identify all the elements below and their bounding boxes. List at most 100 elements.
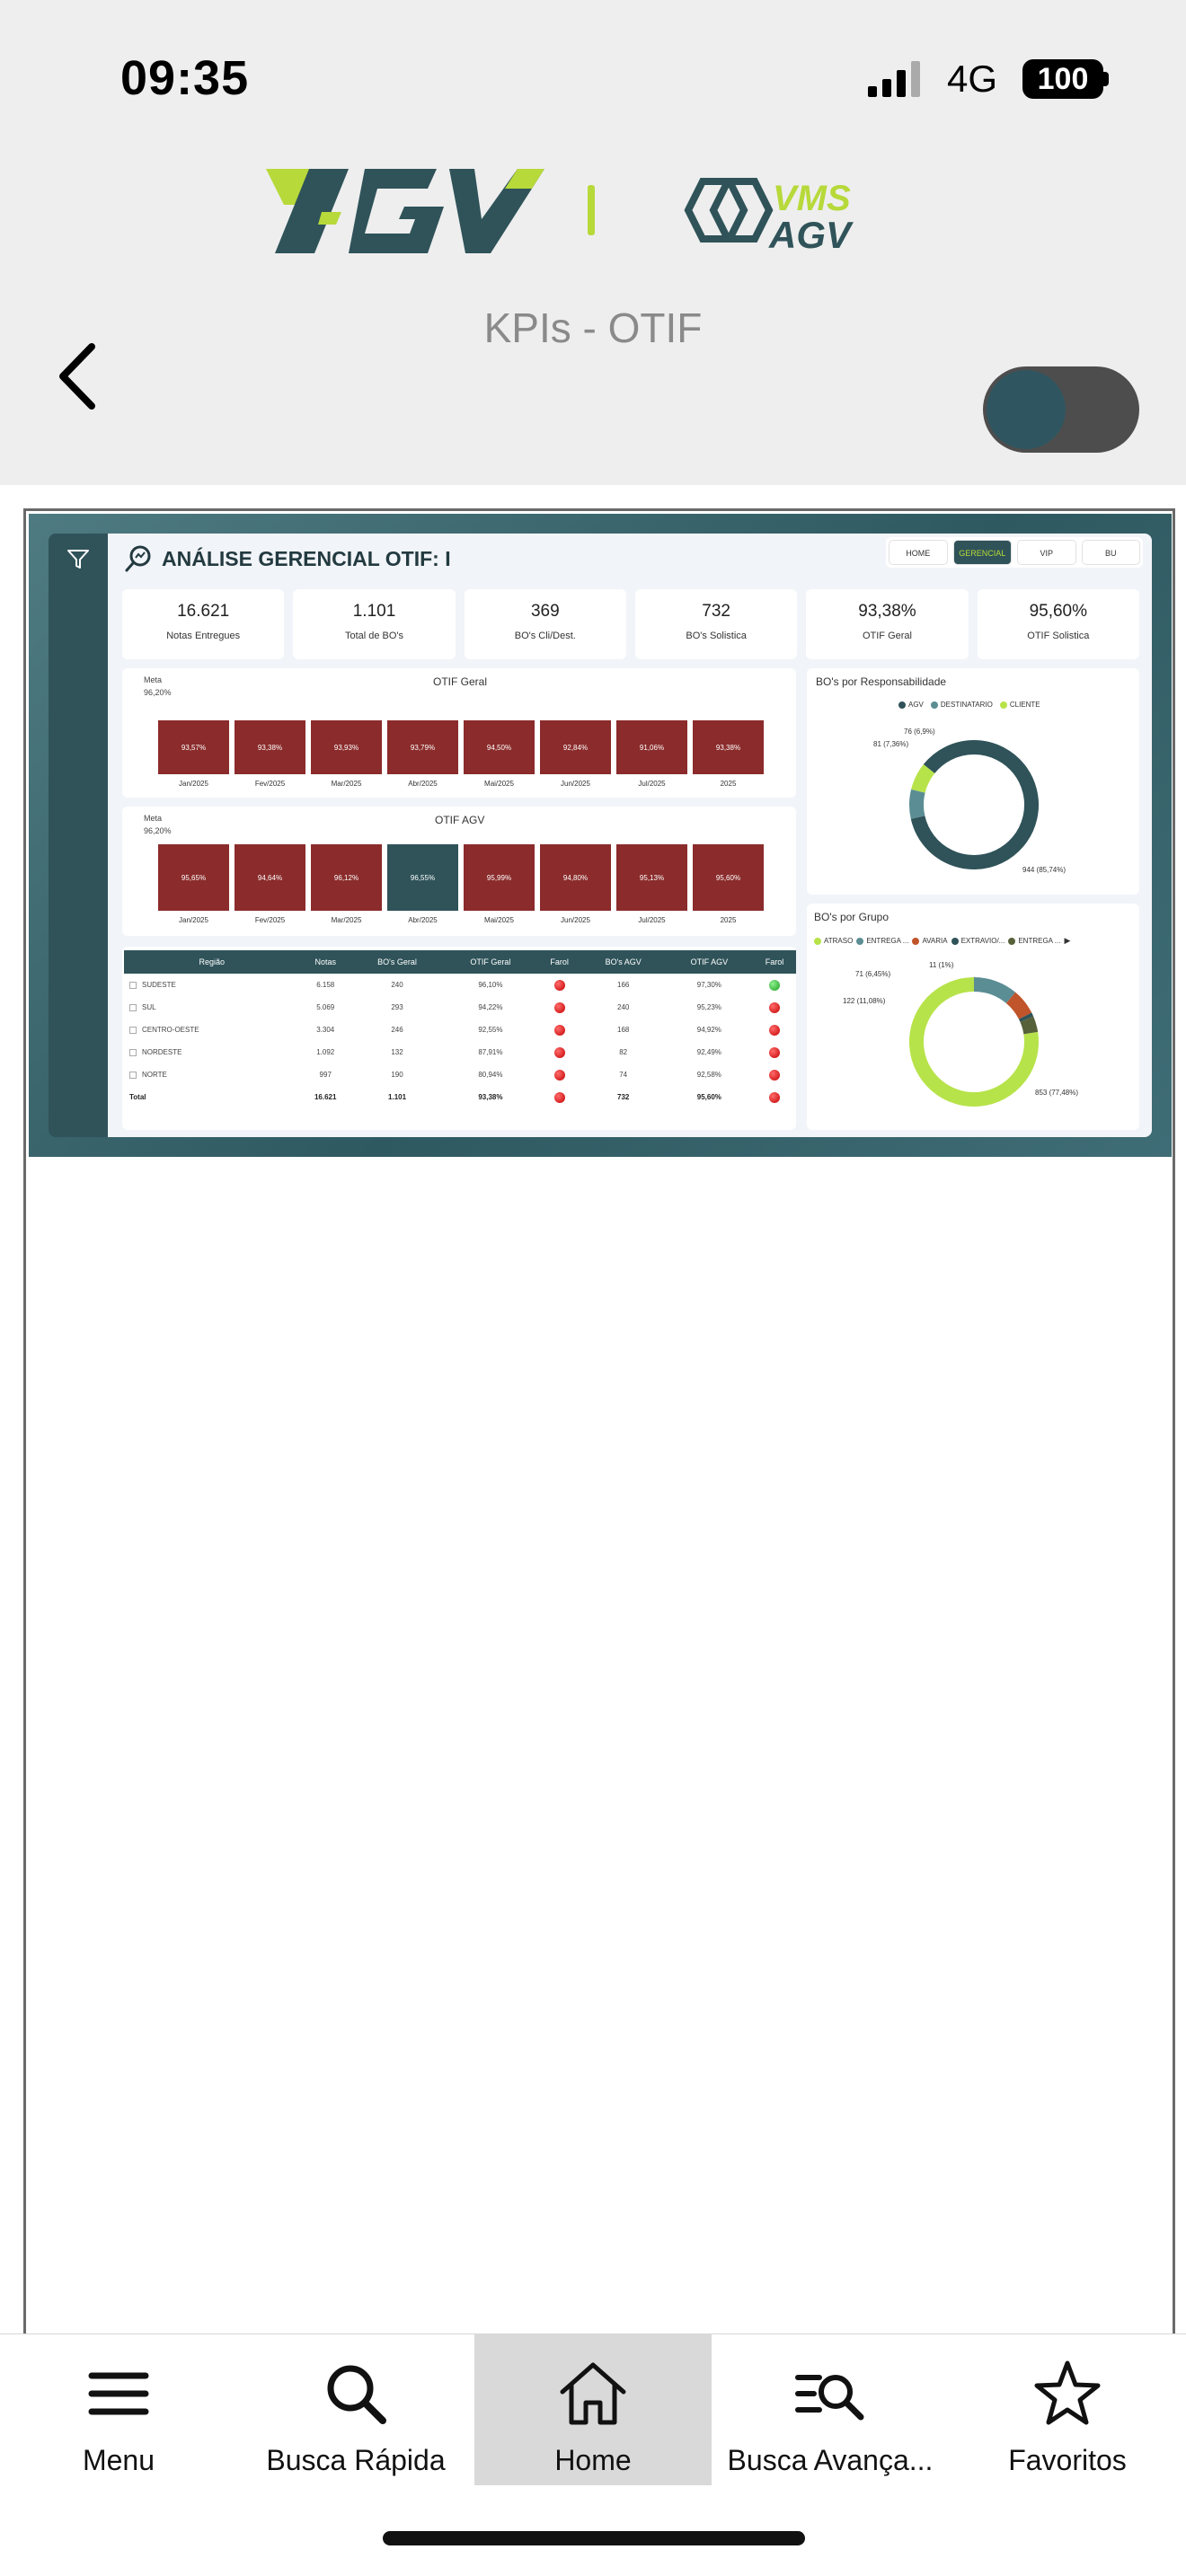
nav-menu[interactable]: Menu bbox=[0, 2334, 237, 2485]
bar[interactable]: 93,93% bbox=[311, 720, 382, 774]
bos-agv-cell: 166 bbox=[617, 981, 630, 989]
kpi-label: BO's Cli/Dest. bbox=[514, 631, 576, 641]
legend-item[interactable]: ENTREGA ... bbox=[856, 937, 908, 945]
filter-icon[interactable] bbox=[66, 548, 90, 571]
otif-geral-cell: 80,94% bbox=[478, 1071, 503, 1079]
expand-checkbox[interactable] bbox=[129, 1003, 137, 1011]
nav-label: Busca Rápida bbox=[266, 2444, 446, 2476]
table-row[interactable]: SUDESTE 6.158 240 96,10% 166 97,30% bbox=[124, 974, 796, 996]
column-header[interactable]: Região bbox=[124, 950, 300, 974]
bar[interactable]: 94,80% bbox=[540, 844, 611, 911]
legend-item[interactable]: ATRASO bbox=[814, 937, 853, 945]
red-status-icon bbox=[768, 1091, 780, 1103]
donut-slice[interactable] bbox=[911, 764, 935, 793]
bar[interactable]: 93,38% bbox=[693, 720, 764, 774]
donut-slice[interactable] bbox=[910, 740, 1039, 869]
red-status-icon bbox=[553, 1091, 565, 1103]
donut-slice[interactable] bbox=[1018, 1012, 1034, 1022]
month-label: 2025 bbox=[720, 916, 737, 924]
network-type: 4G bbox=[947, 57, 998, 100]
otif-agv-cell: 92,49% bbox=[696, 1048, 721, 1056]
kpi-value: 732 bbox=[702, 602, 730, 621]
legend-dot bbox=[898, 701, 906, 709]
bar[interactable]: 94,64% bbox=[235, 844, 305, 911]
agv-logo bbox=[266, 169, 544, 253]
responsabilidade-donut-chart[interactable] bbox=[902, 733, 1046, 877]
tab-bu[interactable]: BU bbox=[1081, 540, 1140, 565]
kpi-card: 732 BO's Solistica bbox=[634, 589, 798, 659]
donut-slice[interactable] bbox=[1005, 992, 1032, 1020]
donut-slice[interactable] bbox=[1020, 1016, 1039, 1035]
column-header[interactable]: Notas bbox=[299, 950, 351, 974]
nav-favoritos[interactable]: Favoritos bbox=[949, 2334, 1186, 2485]
table-row[interactable]: SUL 5.069 293 94,22% 240 95,23% bbox=[124, 996, 796, 1019]
table-row[interactable]: CENTRO-OESTE 3.304 246 92,55% 168 94,92% bbox=[124, 1019, 796, 1041]
legend-next-icon[interactable]: ▶ bbox=[1064, 936, 1070, 946]
kpi-label: OTIF Geral bbox=[862, 631, 912, 641]
vms-agv-logo: VMS AGV bbox=[684, 178, 854, 255]
bos-grupo-title: BO's por Grupo bbox=[814, 911, 889, 923]
expand-checkbox[interactable] bbox=[129, 1071, 137, 1079]
donut-slice[interactable] bbox=[909, 789, 925, 819]
bar[interactable]: 95,13% bbox=[616, 844, 687, 911]
otif-geral-cell: 92,55% bbox=[478, 1026, 503, 1034]
bos-geral-cell: 240 bbox=[391, 981, 403, 989]
bos-agv-cell: 74 bbox=[619, 1071, 628, 1079]
nav-busca-avancada[interactable]: Busca Avança... bbox=[712, 2334, 949, 2485]
bos-agv-cell: 82 bbox=[619, 1048, 628, 1056]
legend-dot bbox=[814, 937, 821, 945]
bar[interactable]: 95,60% bbox=[693, 844, 764, 911]
bar[interactable]: 95,65% bbox=[158, 844, 229, 911]
bar[interactable]: 96,12% bbox=[311, 844, 382, 911]
bar[interactable]: 93,38% bbox=[235, 720, 305, 774]
back-button[interactable] bbox=[50, 336, 104, 417]
bar[interactable]: 96,55% bbox=[387, 844, 458, 911]
legend-dot bbox=[930, 701, 938, 709]
nav-home[interactable]: Home bbox=[474, 2334, 712, 2485]
tab-gerencial[interactable]: GERENCIAL bbox=[952, 540, 1012, 565]
legend-item[interactable]: AVARIA bbox=[912, 937, 948, 945]
legend-item[interactable]: DESTINATARIO bbox=[930, 701, 993, 709]
otif-agv-cell: 92,58% bbox=[696, 1071, 721, 1079]
legend-item[interactable]: CLIENTE bbox=[999, 701, 1040, 709]
expand-checkbox[interactable] bbox=[129, 1048, 137, 1056]
bar[interactable]: 93,57% bbox=[158, 720, 229, 774]
table-total-row: Total 16.621 1.101 93,38% 732 95,60% bbox=[124, 1086, 796, 1108]
donut-slice[interactable] bbox=[973, 977, 1016, 1004]
month-label: Mai/2025 bbox=[484, 916, 514, 924]
column-header[interactable]: BO's Geral bbox=[350, 950, 444, 974]
table-row[interactable]: NORDESTE 1.092 132 87,91% 82 92,49% bbox=[124, 1041, 796, 1063]
star-icon bbox=[1034, 2360, 1101, 2425]
bos-agv-cell: 240 bbox=[617, 1003, 630, 1011]
bar[interactable]: 95,99% bbox=[464, 844, 535, 911]
legend-item[interactable]: ENTREGA ... bbox=[1008, 937, 1060, 945]
bar[interactable]: 91,06% bbox=[616, 720, 687, 774]
column-header[interactable]: Farol bbox=[537, 950, 581, 974]
tab-home[interactable]: HOME bbox=[889, 540, 948, 565]
legend-item[interactable]: AGV bbox=[898, 701, 924, 709]
home-icon bbox=[560, 2362, 626, 2425]
tab-vip[interactable]: VIP bbox=[1017, 540, 1076, 565]
month-label: Jun/2025 bbox=[561, 916, 590, 924]
bar[interactable]: 93,79% bbox=[387, 720, 458, 774]
expand-checkbox[interactable] bbox=[129, 981, 137, 989]
kpi-cards: 16.621 Notas Entregues 1.101 Total de BO's… bbox=[122, 589, 1139, 659]
column-header[interactable]: OTIF AGV bbox=[665, 950, 753, 974]
dashboard-title-row: ANÁLISE GERENCIAL OTIF: I bbox=[124, 543, 451, 575]
column-header[interactable]: OTIF Geral bbox=[443, 950, 538, 974]
nav-busca-rapida[interactable]: Busca Rápida bbox=[237, 2334, 474, 2485]
legend-item[interactable]: EXTRAVIO/... bbox=[951, 937, 1005, 945]
grupo-donut-chart[interactable] bbox=[902, 970, 1046, 1114]
responsabilidade-legend: AGV DESTINATARIO CLIENTE bbox=[898, 701, 1040, 709]
bos-geral-cell: 293 bbox=[391, 1003, 403, 1011]
theme-toggle[interactable] bbox=[983, 366, 1139, 453]
column-header[interactable]: Farol bbox=[752, 950, 796, 974]
bar[interactable]: 92,84% bbox=[540, 720, 611, 774]
table-row[interactable]: NORTE 997 190 80,94% 74 92,58% bbox=[124, 1063, 796, 1086]
bar[interactable]: 94,50% bbox=[464, 720, 535, 774]
kpi-value: 369 bbox=[530, 602, 560, 621]
kpi-label: Notas Entregues bbox=[166, 631, 241, 641]
expand-checkbox[interactable] bbox=[129, 1026, 137, 1034]
column-header[interactable]: BO's AGV bbox=[580, 950, 666, 974]
otif-agv-cell: 94,92% bbox=[696, 1026, 721, 1034]
